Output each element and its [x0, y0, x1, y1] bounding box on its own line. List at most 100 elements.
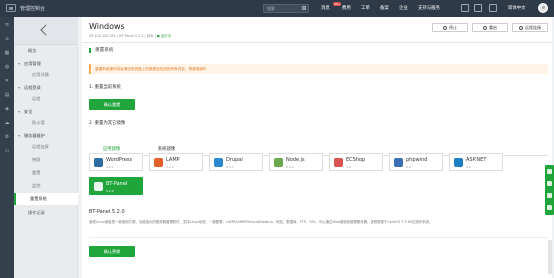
- restart-button[interactable]: 重启: [472, 23, 508, 32]
- database-icon[interactable]: ▤: [4, 92, 10, 98]
- nav-filing[interactable]: 备案: [380, 5, 389, 11]
- messages-link[interactable]: 消息: [321, 5, 330, 11]
- image-detail-description: 宝塔Linux面板是一款使用方便、功能强大的服务器管理软件，支持Linux系统，…: [89, 220, 433, 224]
- image-version: 5.2.0: [106, 189, 114, 193]
- avatar[interactable]: [538, 3, 548, 13]
- top-arrow-icon[interactable]: [547, 205, 552, 210]
- floating-toolbar[interactable]: [545, 165, 554, 215]
- image-name: Drupal: [226, 157, 243, 163]
- image-name: Node.js: [286, 157, 305, 163]
- cloud-icon[interactable]: ☁: [4, 120, 10, 126]
- sidebar-item-oplog[interactable]: 操作记录: [14, 207, 78, 219]
- warning-banner: 重置系统操作将会清空系统盘上的数据及应用的所有内容，请谨慎操作: [89, 64, 548, 74]
- divider: [89, 237, 548, 238]
- remote-connect-button[interactable]: 远程连接: [512, 23, 548, 32]
- instance-meta-text: 39.100.100.201 | BT-Panel 5.2.0 | 包年 |: [89, 34, 156, 38]
- nav-support[interactable]: 支持与服务: [418, 5, 440, 11]
- ecshop-icon: [334, 158, 343, 167]
- status-badge: ● 运行中: [156, 34, 172, 38]
- image-card-phpwind[interactable]: phpwind 9.0: [389, 153, 443, 171]
- icon-rail: ≡ ⌂ ▦ ◍ ✕ ▤ ◈ ☁ ⚙ ▭: [0, 17, 14, 278]
- menu-icon[interactable]: ≡: [4, 22, 10, 28]
- image-card-btpanel[interactable]: BT-Panel 5.2.0: [89, 177, 143, 195]
- step1-label: 1. 重置当前系统: [89, 85, 121, 90]
- image-card-drupal[interactable]: Drupal 8.3.7: [209, 153, 263, 171]
- search-input[interactable]: 搜索: [263, 4, 309, 13]
- console-title[interactable]: 管理控制台: [20, 5, 45, 12]
- sidebar-item-overview[interactable]: 概览: [14, 45, 78, 57]
- image-name: ASP.NET: [466, 157, 487, 163]
- stop-button[interactable]: 停止: [432, 23, 468, 32]
- chat-icon[interactable]: [547, 169, 552, 174]
- sidebar-item-reset-system[interactable]: 重置系统: [14, 193, 78, 205]
- image-card-aspnet[interactable]: ASP.NET 4.0: [449, 153, 503, 171]
- console-logo-icon[interactable]: [6, 4, 16, 12]
- nav-enterprise[interactable]: 企业: [399, 5, 408, 11]
- image-version: 4.9.1: [106, 165, 114, 169]
- tools-icon[interactable]: ✕: [4, 78, 10, 84]
- monitor-icon[interactable]: ▭: [4, 148, 10, 154]
- notification-icon[interactable]: [474, 4, 482, 12]
- top-bar: 管理控制台 搜索 消息 99+ 费用 工单 备案 企业 支持与服务 简体中文: [0, 0, 554, 17]
- grid-icon[interactable]: ▦: [4, 50, 10, 56]
- sidebar-item-remote-connect[interactable]: 远程连接: [14, 141, 78, 153]
- cart-icon[interactable]: [489, 4, 497, 12]
- page-title: Windows: [89, 22, 125, 31]
- language-switch[interactable]: 简体中文: [508, 5, 526, 11]
- refresh-icon: [483, 26, 487, 30]
- image-version: 9.0: [406, 165, 411, 169]
- remote-label: 远程连接: [525, 25, 541, 30]
- aspnet-icon: [454, 158, 463, 167]
- lamp-icon: [154, 158, 163, 167]
- image-name: phpwind: [406, 157, 428, 163]
- sidebar: 概览 应用管理 应用详情 远程登录 远程 安全 防火墙 服务器维护 远程连接 快…: [14, 17, 78, 278]
- divider: [82, 42, 552, 43]
- image-card-ecshop[interactable]: ECShop 3.6: [329, 153, 383, 171]
- nodejs-icon: [274, 158, 283, 167]
- confirm-change-button[interactable]: 确认更换: [89, 246, 135, 257]
- globe-icon[interactable]: ◍: [4, 64, 10, 70]
- sidebar-item-app-detail[interactable]: 应用详情: [14, 69, 78, 81]
- instance-meta: 39.100.100.201 | BT-Panel 5.2.0 | 包年 | ●…: [89, 33, 171, 38]
- main-panel: Windows 39.100.100.201 | BT-Panel 5.2.0 …: [82, 17, 552, 278]
- phpwind-icon: [394, 158, 403, 167]
- power-icon: [443, 26, 447, 30]
- gear-icon[interactable]: ⚙: [4, 134, 10, 140]
- image-card-lamp[interactable]: LAMP 5.1.0: [149, 153, 203, 171]
- connect-icon: [519, 26, 523, 30]
- sidebar-item-firewall[interactable]: 防火墙: [14, 117, 78, 129]
- scrollbar[interactable]: [548, 240, 552, 274]
- home-icon[interactable]: ⌂: [4, 36, 10, 42]
- image-name: ECShop: [346, 157, 366, 163]
- image-name: WordPress: [106, 157, 133, 163]
- nav-billing[interactable]: 费用: [342, 5, 351, 11]
- confirm-reset-button[interactable]: 确认重置: [89, 99, 135, 110]
- back-chevron-icon[interactable]: [14, 17, 78, 45]
- restart-label: 重启: [489, 25, 497, 30]
- image-card-nodejs[interactable]: Node.js 8.9.4: [269, 153, 323, 171]
- btpanel-icon: [94, 182, 103, 191]
- image-version: 8.3.7: [226, 165, 234, 169]
- drupal-icon: [214, 158, 223, 167]
- search-placeholder: 搜索: [267, 6, 275, 11]
- image-name: BT-Panel: [106, 181, 128, 187]
- shield-icon[interactable]: ◈: [4, 106, 10, 112]
- sidebar-item-monitor[interactable]: 监控: [14, 180, 78, 192]
- search-icon[interactable]: [302, 6, 306, 10]
- sidebar-item-reset[interactable]: 重置: [14, 167, 78, 179]
- nav-tickets[interactable]: 工单: [361, 5, 370, 11]
- wordpress-icon: [94, 158, 103, 167]
- phone-icon[interactable]: [547, 181, 552, 186]
- sidebar-item-remote[interactable]: 远程: [14, 93, 78, 105]
- messages-badge: 99+: [333, 2, 342, 6]
- image-name: LAMP: [166, 157, 180, 163]
- stop-label: 停止: [449, 25, 457, 30]
- feedback-icon[interactable]: [547, 193, 552, 198]
- image-card-wordpress[interactable]: WordPress 4.9.1: [89, 153, 143, 171]
- image-version: 4.0: [466, 165, 471, 169]
- image-detail-title: BT-Panel 5.2.0: [89, 209, 125, 215]
- section-title: 重置系统: [89, 48, 113, 53]
- sidebar-item-snapshot[interactable]: 快照: [14, 154, 78, 166]
- help-icon[interactable]: [461, 4, 469, 12]
- step2-label: 2. 重置为其它镜像: [89, 121, 126, 126]
